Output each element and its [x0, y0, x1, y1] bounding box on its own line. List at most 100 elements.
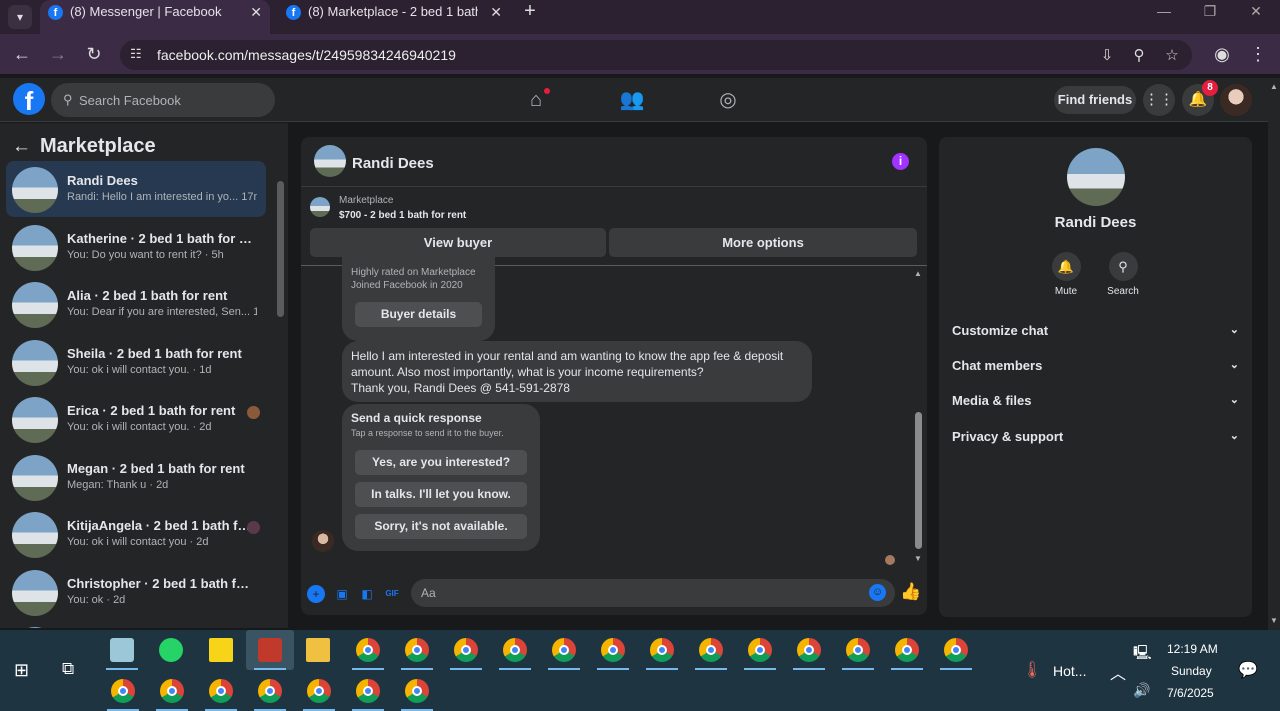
conversation-item[interactable]: Katherine · 2 bed 1 bath for rent You: D…	[6, 219, 266, 275]
scroll-down-icon[interactable]: ▼	[1270, 616, 1278, 625]
conversation-item[interactable]: Megan · 2 bed 1 bath for rent Megan: Tha…	[6, 449, 266, 505]
list-scrollbar[interactable]	[277, 181, 284, 317]
emoji-icon[interactable]: ☺	[869, 584, 886, 601]
weather-label[interactable]: Hot...	[1053, 663, 1086, 679]
action-center-icon[interactable]: 💬	[1238, 660, 1258, 680]
back-arrow-icon[interactable]: ←	[12, 136, 40, 158]
chat-members-row[interactable]: Chat members ⌄	[952, 358, 1239, 378]
quick-response-option[interactable]: In talks. I'll let you know.	[355, 482, 527, 507]
browser-menu-icon[interactable]: ⋮	[1246, 42, 1270, 66]
tab-messenger[interactable]: f (8) Messenger | Facebook ✕	[40, 0, 270, 34]
network-icon[interactable]: 🖳	[1133, 642, 1152, 666]
view-buyer-button[interactable]: View buyer	[310, 228, 606, 257]
taskbar-app[interactable]	[393, 630, 441, 670]
taskbar-app[interactable]	[736, 630, 784, 670]
site-info-icon[interactable]: ☷	[130, 46, 146, 62]
taskbar-app[interactable]	[785, 630, 833, 670]
taskbar-app[interactable]	[197, 630, 245, 670]
taskbar-app[interactable]	[883, 630, 931, 670]
more-options-button[interactable]: More options	[609, 228, 917, 257]
taskbar-app[interactable]	[99, 671, 147, 711]
conversation-item[interactable]	[6, 621, 266, 628]
url-bar[interactable]: ☷ facebook.com/messages/t/24959834246940…	[120, 40, 1192, 70]
search-action[interactable]: ⚲ Search	[1093, 252, 1153, 297]
taskbar-app[interactable]	[246, 671, 294, 711]
minimize-button[interactable]: —	[1141, 0, 1187, 24]
account-avatar[interactable]	[1220, 84, 1252, 116]
close-tab-icon[interactable]: ✕	[250, 0, 262, 24]
close-window-button[interactable]: ✕	[1233, 0, 1279, 24]
taskbar-app[interactable]	[246, 630, 294, 670]
thermometer-icon[interactable]: 🌡	[1022, 660, 1042, 680]
clock-date[interactable]: 7/6/2025	[1167, 686, 1214, 700]
volume-icon[interactable]: 🔊	[1133, 682, 1150, 699]
taskbar-app[interactable]	[344, 630, 392, 670]
info-icon[interactable]: i	[892, 153, 909, 170]
contact-name[interactable]: Randi Dees	[352, 155, 434, 172]
taskbar-app[interactable]	[147, 630, 195, 670]
zoom-icon[interactable]: ⚲	[1129, 46, 1149, 66]
search-facebook-input[interactable]: ⚲ Search Facebook	[51, 83, 275, 117]
chat-scrollbar[interactable]	[915, 412, 922, 549]
restore-button[interactable]: ❐	[1187, 0, 1233, 24]
bookmark-star-icon[interactable]: ☆	[1162, 46, 1182, 66]
quick-response-option[interactable]: Sorry, it's not available.	[355, 514, 527, 539]
profile-icon[interactable]: ◉	[1210, 42, 1234, 66]
taskbar-app[interactable]	[589, 630, 637, 670]
taskbar-app[interactable]	[393, 671, 441, 711]
install-app-icon[interactable]: ⇩	[1097, 46, 1117, 66]
listing-title[interactable]: $700 - 2 bed 1 bath for rent	[339, 210, 466, 221]
groups-icon[interactable]: ◎	[714, 86, 742, 114]
customize-chat-row[interactable]: Customize chat ⌄	[952, 323, 1239, 343]
mute-action[interactable]: 🔔 Mute	[1036, 252, 1096, 297]
taskbar-app[interactable]	[344, 671, 392, 711]
conversation-item[interactable]: Erica · 2 bed 1 bath for rent You: ok i …	[6, 391, 266, 447]
close-tab-icon[interactable]: ✕	[490, 0, 502, 24]
find-friends-button[interactable]: Find friends	[1054, 86, 1136, 114]
conversation-item[interactable]: Alia · 2 bed 1 bath for rent You: Dear i…	[6, 276, 266, 332]
taskbar-app[interactable]	[442, 630, 490, 670]
friends-icon[interactable]: 👥	[618, 86, 646, 114]
taskbar-app[interactable]	[148, 671, 196, 711]
contact-avatar[interactable]	[1067, 148, 1125, 206]
search-icon[interactable]: ⚲	[1108, 252, 1138, 281]
quick-response-option[interactable]: Yes, are you interested?	[355, 450, 527, 475]
bell-icon[interactable]: 🔔	[1051, 252, 1081, 281]
taskbar-app[interactable]	[294, 630, 342, 670]
windows-start-icon[interactable]: ⊞	[14, 660, 29, 681]
chevron-up-icon[interactable]: ︿	[1110, 660, 1126, 684]
plus-icon[interactable]: +	[307, 585, 325, 603]
taskbar-app[interactable]	[540, 630, 588, 670]
contact-avatar[interactable]	[314, 145, 346, 177]
taskbar-app[interactable]	[834, 630, 882, 670]
scroll-up-icon[interactable]: ▲	[1270, 82, 1278, 91]
privacy-support-row[interactable]: Privacy & support ⌄	[952, 429, 1239, 449]
scroll-down-icon[interactable]: ▼	[914, 554, 922, 563]
menu-grid-icon[interactable]: ⋮⋮	[1143, 84, 1175, 116]
tab-marketplace[interactable]: f (8) Marketplace - 2 bed 1 bath f ✕	[278, 0, 510, 34]
conversation-item[interactable]: Sheila · 2 bed 1 bath for rent You: ok i…	[6, 334, 266, 390]
media-files-row[interactable]: Media & files ⌄	[952, 393, 1239, 413]
conversation-item[interactable]: Christopher · 2 bed 1 bath for re... You…	[6, 564, 266, 620]
buyer-details-button[interactable]: Buyer details	[355, 302, 482, 327]
page-scrollbar[interactable]: ▲ ▼	[1268, 78, 1280, 630]
taskbar-app[interactable]	[197, 671, 245, 711]
tab-search-button[interactable]: ▾	[8, 5, 32, 29]
clock-time[interactable]: 12:19 AM	[1167, 642, 1218, 656]
scroll-up-icon[interactable]: ▲	[914, 269, 922, 278]
task-view-icon[interactable]: ⧉	[62, 659, 74, 679]
taskbar-app[interactable]	[295, 671, 343, 711]
facebook-logo-icon[interactable]: f	[13, 83, 45, 116]
thumbs-up-icon[interactable]: 👍	[900, 583, 921, 601]
message-input[interactable]: Aa	[411, 579, 895, 607]
photo-icon[interactable]: ▣	[333, 585, 351, 603]
gif-icon[interactable]: GIF	[383, 585, 401, 603]
forward-button[interactable]: →	[46, 42, 70, 66]
reload-button[interactable]: ↻	[82, 42, 106, 66]
taskbar-app[interactable]	[98, 630, 146, 670]
clock-day[interactable]: Sunday	[1171, 664, 1212, 678]
conversation-item[interactable]: KitijaAngela · 2 bed 1 bath for... You: …	[6, 506, 266, 562]
new-tab-button[interactable]: +	[518, 0, 542, 24]
sticker-icon[interactable]: ◧	[358, 585, 376, 603]
taskbar-app[interactable]	[491, 630, 539, 670]
